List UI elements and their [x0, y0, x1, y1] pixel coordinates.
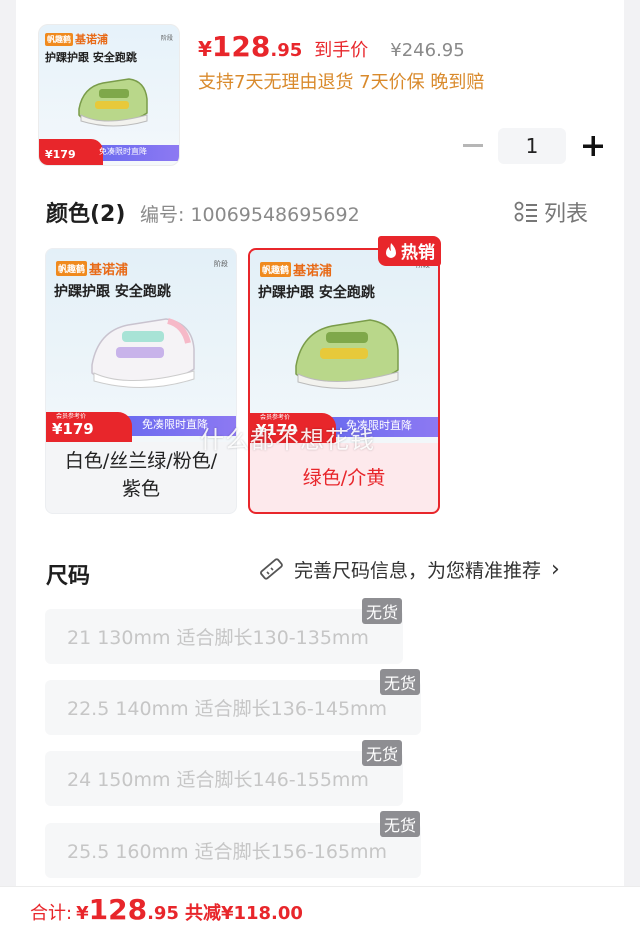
price-integer: 128	[211, 30, 271, 63]
size-hint-label: 完善尺码信息，为您精准推荐	[294, 560, 542, 582]
size-option[interactable]: 25.5 160mm 适合脚长156-165mm	[45, 823, 421, 878]
thumb-price: ¥179	[45, 148, 76, 161]
sku-number: 编号: 10069548695692	[140, 204, 360, 226]
brand-name: 基诺浦	[89, 263, 129, 278]
total-label: 合计:	[30, 903, 73, 924]
shoe-image	[78, 78, 148, 127]
size-option-label: 25.5 160mm 适合脚长156-165mm	[67, 841, 388, 863]
out-of-stock-badge: 无货	[362, 598, 403, 624]
total-currency: ¥	[76, 903, 89, 924]
brand-name: 基诺浦	[293, 264, 333, 279]
option-banner: 免凑限时直降	[142, 418, 208, 431]
watermark-text: 什么都不想花钱	[200, 426, 375, 454]
size-option-label: 22.5 140mm 适合脚长136-145mm	[67, 698, 388, 720]
size-section-title: 尺码	[46, 564, 91, 589]
hot-badge-label: 热销	[401, 243, 435, 263]
out-of-stock-badge: 无货	[362, 740, 403, 766]
member-note: 会员参考价	[56, 413, 87, 420]
hot-sale-badge: 热销	[378, 236, 441, 266]
list-icon	[514, 201, 537, 222]
flame-icon	[386, 242, 396, 258]
color-option-label: 绿色/介黄	[302, 467, 386, 489]
service-promise: 支持7天无理由退货 7天价保 晚到赔	[198, 72, 485, 93]
out-of-stock-badge: 无货	[380, 669, 421, 695]
thumb-banner: 免凑限时直降	[99, 147, 147, 156]
brand-logo: 帆趣鹤	[260, 262, 292, 277]
total-integer: 128	[88, 893, 148, 926]
size-option[interactable]: 21 130mm 适合脚长130-135mm	[45, 609, 403, 664]
color-option-label: 白色/丝兰绿/粉色/紫色	[64, 450, 218, 500]
brand-name: 基诺浦	[75, 33, 108, 46]
brand-tag: 帆趣鹤 基诺浦	[45, 31, 108, 47]
color-section-title: 颜色(2)	[46, 202, 126, 227]
color-option-image: 帆趣鹤 基诺浦 阶段 护踝护跟 安全跑跳 会员参考价 ¥179 免凑限时直降	[250, 250, 438, 443]
product-thumbnail[interactable]: 帆趣鹤 基诺浦 阶段 护踝护跟 安全跑跳 ¥179 免凑限时直降	[38, 24, 180, 166]
size-option-label: 24 150mm 适合脚长146-155mm	[67, 769, 369, 791]
footer-bar: 合计: ¥ 128 .95 共减¥118.00	[0, 886, 640, 941]
size-option-label: 21 130mm 适合脚长130-135mm	[67, 627, 369, 649]
total-decimal: .95	[147, 903, 179, 924]
original-price: ¥246.95	[390, 40, 465, 61]
shoe-image	[295, 319, 399, 390]
quantity-value[interactable]: 1	[498, 128, 566, 164]
plus-icon[interactable]	[578, 131, 608, 161]
product-slogan: 护踝护跟 安全跑跳	[45, 51, 137, 64]
list-view-toggle[interactable]: 列表	[514, 196, 588, 228]
brand-logo: 帆趣鹤	[56, 261, 88, 276]
brand-tag: 帆趣鹤 基诺浦	[260, 260, 332, 279]
total-price: 合计: ¥ 128 .95 共减¥118.00	[30, 893, 303, 926]
product-slogan: 护踝护跟 安全跑跳	[54, 284, 171, 300]
size-recommend-link[interactable]: 完善尺码信息，为您精准推荐 ›	[258, 556, 560, 583]
brand-logo: 帆趣鹤	[45, 32, 73, 46]
stage-badge: 阶段	[160, 35, 173, 42]
price-currency: ¥	[198, 37, 212, 61]
total-saving: 共减¥118.00	[184, 903, 303, 924]
size-option[interactable]: 22.5 140mm 适合脚长136-145mm	[45, 680, 421, 735]
ruler-icon	[260, 557, 283, 580]
color-option-green[interactable]: 帆趣鹤 基诺浦 阶段 护踝护跟 安全跑跳 会员参考价 ¥179 免凑限时直降 绿…	[248, 248, 440, 514]
out-of-stock-badge: 无货	[380, 811, 421, 837]
option-price: ¥179	[52, 420, 94, 438]
shoe-image	[91, 318, 195, 389]
stage-badge: 阶段	[214, 260, 228, 268]
brand-tag: 帆趣鹤 基诺浦	[56, 259, 128, 278]
list-toggle-label: 列表	[544, 202, 589, 227]
price-row: ¥ 128 .95 到手价 ¥246.95	[198, 30, 465, 63]
color-option-image: 帆趣鹤 基诺浦 阶段 护踝护跟 安全跑跳 会员参考价 ¥179 免凑限时直降	[46, 249, 236, 442]
thumb-price-bar: ¥179 免凑限时直降	[39, 139, 179, 165]
quantity-stepper: 1	[458, 128, 608, 164]
minus-icon[interactable]	[458, 131, 488, 161]
size-option[interactable]: 24 150mm 适合脚长146-155mm	[45, 751, 403, 806]
chevron-right-icon: ›	[551, 557, 560, 582]
price-decimal: .95	[270, 40, 303, 61]
color-option-white[interactable]: 帆趣鹤 基诺浦 阶段 护踝护跟 安全跑跳 会员参考价 ¥179 免凑限时直降 白…	[45, 248, 237, 514]
product-slogan: 护踝护跟 安全跑跳	[258, 285, 375, 301]
final-price-label: 到手价	[314, 40, 369, 61]
